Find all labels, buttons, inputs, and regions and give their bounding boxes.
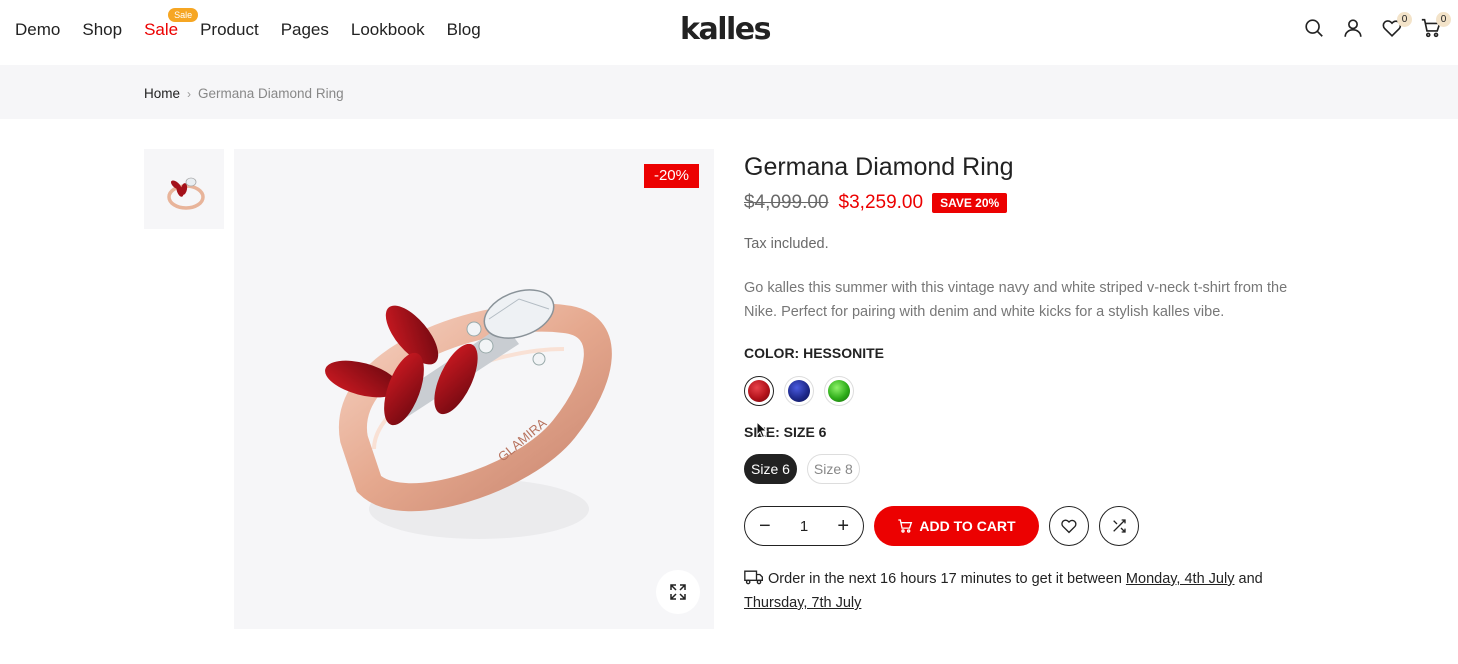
add-to-wishlist-button[interactable]	[1049, 506, 1089, 546]
search-icon[interactable]	[1303, 16, 1325, 40]
quantity-value[interactable]: 1	[800, 518, 808, 535]
color-swatches	[744, 376, 1324, 406]
minus-icon[interactable]: −	[759, 516, 771, 536]
quantity-stepper: − 1 +	[744, 506, 864, 546]
shuffle-icon	[1113, 519, 1126, 533]
color-swatch-hessonite[interactable]	[744, 376, 774, 406]
delivery-date-start: Monday, 4th July	[1125, 571, 1235, 587]
product-description: Go kalles this summer with this vintage …	[744, 280, 1288, 320]
zoom-button[interactable]	[656, 570, 700, 614]
color-swatch-peridot[interactable]	[824, 376, 854, 406]
breadcrumb-bar: Home › Germana Diamond Ring	[0, 65, 1458, 119]
truck-icon	[744, 570, 763, 585]
size-option-8[interactable]: Size 8	[806, 454, 860, 484]
sale-price: $3,259.00	[838, 192, 924, 213]
breadcrumb-current: Germana Diamond Ring	[198, 86, 344, 101]
heart-icon	[1061, 519, 1077, 534]
size-value: SIZE 6	[783, 424, 827, 440]
wishlist-icon[interactable]: 0	[1381, 12, 1412, 40]
main-nav: Demo Shop Sale Sale Product Pages Lookbo…	[15, 8, 503, 42]
site-logo[interactable]: kalles	[680, 12, 771, 47]
swatch-fill	[788, 380, 810, 402]
add-to-cart-button[interactable]: ADD TO CART	[874, 506, 1039, 546]
add-to-cart-label: ADD TO CART	[919, 518, 1016, 534]
save-badge: SAVE 20%	[932, 193, 1008, 213]
price-row: $4,099.00 $3,259.00 SAVE 20%	[744, 192, 1324, 214]
ring-image: GLAMIRA	[325, 289, 612, 539]
size-options: Size 6 Size 8	[744, 454, 1324, 484]
compare-button[interactable]	[1099, 506, 1139, 546]
cart-count: 0	[1436, 12, 1451, 27]
mouse-cursor-icon	[756, 421, 768, 439]
wishlist-count: 0	[1397, 12, 1412, 27]
swatch-fill	[748, 380, 770, 402]
site-header: Demo Shop Sale Sale Product Pages Lookbo…	[0, 0, 1458, 65]
cart-icon	[898, 519, 913, 533]
breadcrumb-home[interactable]: Home	[144, 86, 180, 101]
nav-sale-label: Sale	[144, 20, 179, 39]
chevron-right-icon: ›	[187, 86, 192, 101]
color-option-label: COLOR: HESSONITE	[744, 345, 1324, 361]
color-label: COLOR:	[744, 345, 800, 361]
nav-lookbook[interactable]: Lookbook	[351, 18, 425, 42]
breadcrumb: Home › Germana Diamond Ring	[144, 86, 344, 101]
header-icons: 0 0	[1303, 12, 1451, 40]
delivery-text: Order in the next 16 hours 17 minutes to…	[768, 571, 1122, 587]
nav-product[interactable]: Product	[200, 18, 259, 42]
nav-blog[interactable]: Blog	[447, 18, 481, 42]
cart-icon[interactable]: 0	[1420, 12, 1451, 40]
product-thumbnail[interactable]	[144, 149, 224, 229]
delivery-info: Order in the next 16 hours 17 minutes to…	[744, 567, 1324, 615]
buy-row: − 1 + ADD TO CART	[744, 506, 1324, 546]
nav-shop[interactable]: Shop	[82, 18, 122, 42]
product-title: Germana Diamond Ring	[744, 153, 1014, 181]
old-price: $4,099.00	[744, 192, 829, 213]
ring-thumbnail-image	[167, 177, 205, 210]
nav-demo[interactable]: Demo	[15, 18, 60, 42]
expand-icon	[670, 584, 686, 600]
tax-note: Tax included.	[744, 236, 829, 252]
color-value: HESSONITE	[803, 345, 885, 361]
color-swatch-sapphire[interactable]	[784, 376, 814, 406]
account-icon[interactable]	[1342, 16, 1364, 40]
delivery-date-end: Thursday, 7th July	[744, 595, 862, 611]
nav-pages[interactable]: Pages	[281, 18, 329, 42]
product-main-image[interactable]: -20% GLAMIRA	[234, 149, 714, 629]
sale-badge: Sale	[168, 8, 199, 22]
swatch-fill	[828, 380, 850, 402]
size-option-label: SIZE: SIZE 6	[744, 424, 1324, 440]
size-option-6[interactable]: Size 6	[744, 454, 797, 484]
nav-sale[interactable]: Sale Sale	[144, 8, 199, 42]
product-info: Germana Diamond Ring $4,099.00 $3,259.00…	[744, 150, 1324, 615]
plus-icon[interactable]: +	[837, 516, 849, 536]
delivery-and: and	[1238, 571, 1263, 587]
